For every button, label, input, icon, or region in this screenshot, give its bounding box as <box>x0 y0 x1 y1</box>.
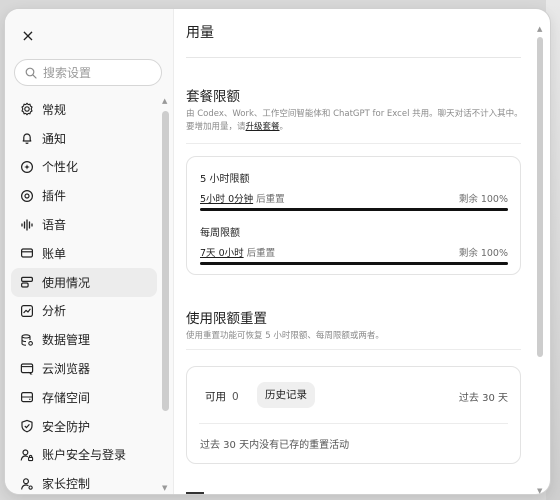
scroll-down-icon[interactable]: ▼ <box>162 484 167 492</box>
sidebar-item-voice[interactable]: 语音 <box>11 210 157 239</box>
weekly-limit: 每周限额 7天 0小时 后重置 剩余 100% <box>200 224 508 265</box>
sidebar-item-label: 账单 <box>42 246 67 261</box>
limit-name: 每周限额 <box>200 228 240 239</box>
period-label: 过去 30 天 <box>458 393 508 404</box>
sidebar-item-label: 数据管理 <box>42 333 91 348</box>
sparkle-icon <box>19 159 35 175</box>
plan-limits-description: 由 Codex、Work、工作空间智能体和 ChatGPT for Excel … <box>186 109 523 132</box>
sidebar-item-parental-controls[interactable]: 家长控制 <box>11 469 157 494</box>
sidebar-item-label: 账户安全与登录 <box>42 448 127 463</box>
search-icon <box>25 67 37 79</box>
sidebar-item-label: 常规 <box>42 102 67 117</box>
sidebar-item-label: 存储空间 <box>42 390 91 405</box>
settings-sidebar: × 常规 通知 <box>5 9 174 494</box>
sidebar-item-notifications[interactable]: 通知 <box>11 124 157 153</box>
history-button[interactable]: 历史记录 <box>257 382 315 408</box>
sidebar-item-label: 安全防护 <box>42 419 91 434</box>
close-icon: × <box>21 26 35 45</box>
plan-limits-heading: 套餐限额 <box>186 89 240 105</box>
plan-limits-card: 5 小时限额 5小时 0分钟 后重置 剩余 100% 每周限额 7天 0小时 后… <box>186 156 521 275</box>
empty-state-text: 过去 30 天内没有已存的重置活动 <box>200 440 350 451</box>
sidebar-item-label: 插件 <box>42 189 67 204</box>
usage-icon <box>19 274 35 290</box>
divider <box>186 349 521 350</box>
five-hour-limit: 5 小时限额 5小时 0分钟 后重置 剩余 100% <box>200 170 508 211</box>
search-input[interactable] <box>43 64 153 82</box>
sidebar-item-security[interactable]: 安全防护 <box>11 412 157 441</box>
sidebar-item-label: 分析 <box>42 304 67 319</box>
sidebar-item-general[interactable]: 常规 <box>11 95 157 124</box>
shield-icon <box>19 418 35 434</box>
sidebar-item-usage[interactable]: 使用情况 <box>11 267 157 297</box>
settings-nav: 常规 通知 个性化 插件 语音 账单 使用情况 分析 数据管理 云浏览器 存储空… <box>11 95 157 494</box>
sidebar-item-storage[interactable]: 存储空间 <box>11 383 157 412</box>
sidebar-item-data-controls[interactable]: 数据管理 <box>11 325 157 354</box>
settings-dialog: × 常规 通知 <box>5 9 550 494</box>
card-icon <box>19 245 35 261</box>
waveform-icon <box>19 217 35 233</box>
usage-panel: 用量 套餐限额 由 Codex、Work、工作空间智能体和 ChatGPT fo… <box>174 9 550 494</box>
chart-icon <box>19 303 35 319</box>
sidebar-item-account-security[interactable]: 账户安全与登录 <box>11 441 157 470</box>
main-scrollbar[interactable]: ▲ ▼ <box>536 25 544 494</box>
next-section-heading-cut <box>186 487 226 494</box>
sidebar-item-plugins[interactable]: 插件 <box>11 181 157 210</box>
sidebar-item-label: 语音 <box>42 218 67 233</box>
available-count: 0 <box>232 391 239 403</box>
remaining-percent: 剩余 100% <box>458 194 508 205</box>
upgrade-plan-link[interactable]: 升级套餐 <box>246 122 280 132</box>
main-scroll-thumb[interactable] <box>537 37 543 357</box>
bell-icon <box>19 130 35 146</box>
search-field[interactable] <box>14 59 162 86</box>
plugin-icon <box>19 188 35 204</box>
sidebar-item-billing[interactable]: 账单 <box>11 239 157 268</box>
storage-icon <box>19 389 35 405</box>
sidebar-item-personalization[interactable]: 个性化 <box>11 153 157 182</box>
scroll-up-icon[interactable]: ▲ <box>537 25 542 33</box>
sidebar-item-cloud-browser[interactable]: 云浏览器 <box>11 354 157 383</box>
divider <box>186 57 521 58</box>
sidebar-item-label: 云浏览器 <box>42 362 91 377</box>
reset-time: 5小时 0分钟 后重置 <box>200 194 285 205</box>
database-icon <box>19 332 35 348</box>
gear-icon <box>19 101 35 117</box>
limit-name: 5 小时限额 <box>200 174 250 185</box>
usage-reset-card: 可用 0 历史记录 过去 30 天 过去 30 天内没有已存的重置活动 <box>186 366 521 464</box>
cloud-browser-icon <box>19 361 35 377</box>
page-title: 用量 <box>186 25 214 41</box>
close-button[interactable]: × <box>19 27 37 45</box>
remaining-percent: 剩余 100% <box>458 248 508 259</box>
divider <box>199 423 508 424</box>
scroll-down-icon[interactable]: ▼ <box>537 487 542 494</box>
limit-progress-fill <box>200 208 508 211</box>
parent-control-icon <box>19 476 35 492</box>
account-security-icon <box>19 447 35 463</box>
limit-progress-bar <box>200 262 508 265</box>
limit-progress-fill <box>200 262 508 265</box>
sidebar-item-analytics[interactable]: 分析 <box>11 297 157 326</box>
reset-time: 7天 0小时 后重置 <box>200 248 276 259</box>
sidebar-item-label: 使用情况 <box>42 275 91 290</box>
sidebar-item-label: 家长控制 <box>42 477 91 492</box>
usage-reset-description: 使用重置功能可恢复 5 小时限额、每周限额或两者。 <box>186 331 384 341</box>
sidebar-scrollbar[interactable]: ▲ ▼ <box>161 97 170 492</box>
divider <box>186 143 521 144</box>
scroll-up-icon[interactable]: ▲ <box>162 97 167 105</box>
usage-reset-heading: 使用限额重置 <box>186 311 267 327</box>
available-resets: 可用 0 <box>205 391 239 403</box>
sidebar-item-label: 通知 <box>42 131 67 146</box>
limit-progress-bar <box>200 208 508 211</box>
sidebar-item-label: 个性化 <box>42 160 79 175</box>
sidebar-scroll-thumb[interactable] <box>162 111 169 411</box>
